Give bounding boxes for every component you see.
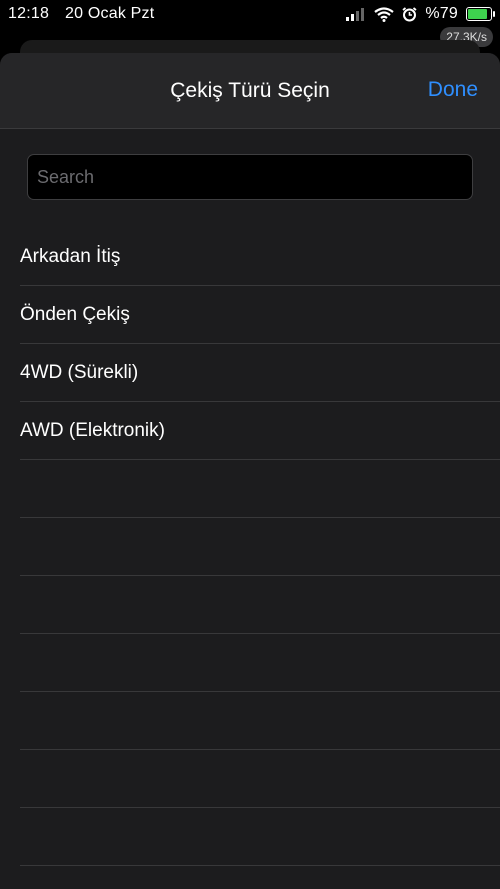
list-item-empty — [20, 518, 500, 576]
list-item-label: Önden Çekiş — [20, 303, 130, 325]
list-item-empty — [20, 692, 500, 750]
list-item[interactable]: Arkadan İtiş — [20, 228, 500, 286]
list-item[interactable]: AWD (Elektronik) — [20, 402, 500, 460]
battery-charging-icon — [466, 7, 495, 21]
list-item-empty — [20, 634, 500, 692]
battery-percent: %79 — [425, 5, 458, 22]
search-input[interactable] — [27, 154, 473, 200]
battery-fill — [468, 9, 487, 19]
navigation-bar: Çekiş Türü Seçin Done — [0, 53, 500, 129]
sheet-title: Çekiş Türü Seçin — [170, 78, 330, 102]
alarm-icon — [402, 6, 417, 21]
done-button[interactable]: Done — [428, 78, 478, 102]
list-item-empty — [20, 576, 500, 634]
list-item[interactable]: 4WD (Sürekli) — [20, 344, 500, 402]
list-item-label: 4WD (Sürekli) — [20, 361, 139, 383]
list-item-label: AWD (Elektronik) — [20, 419, 165, 441]
search-container — [27, 154, 473, 200]
list-item-empty — [20, 460, 500, 518]
status-date: 20 Ocak Pzt — [65, 5, 155, 22]
options-list: Arkadan İtiş Önden Çekiş 4WD (Sürekli) A… — [0, 228, 500, 866]
list-item-empty — [20, 808, 500, 866]
list-item[interactable]: Önden Çekiş — [20, 286, 500, 344]
wifi-icon — [374, 6, 395, 22]
signal-icon — [346, 8, 365, 21]
list-item-label: Arkadan İtiş — [20, 245, 121, 267]
status-bar: 12:18 20 Ocak Pzt %79 — [0, 0, 500, 28]
list-item-empty — [20, 750, 500, 808]
status-time: 12:18 — [8, 5, 50, 22]
